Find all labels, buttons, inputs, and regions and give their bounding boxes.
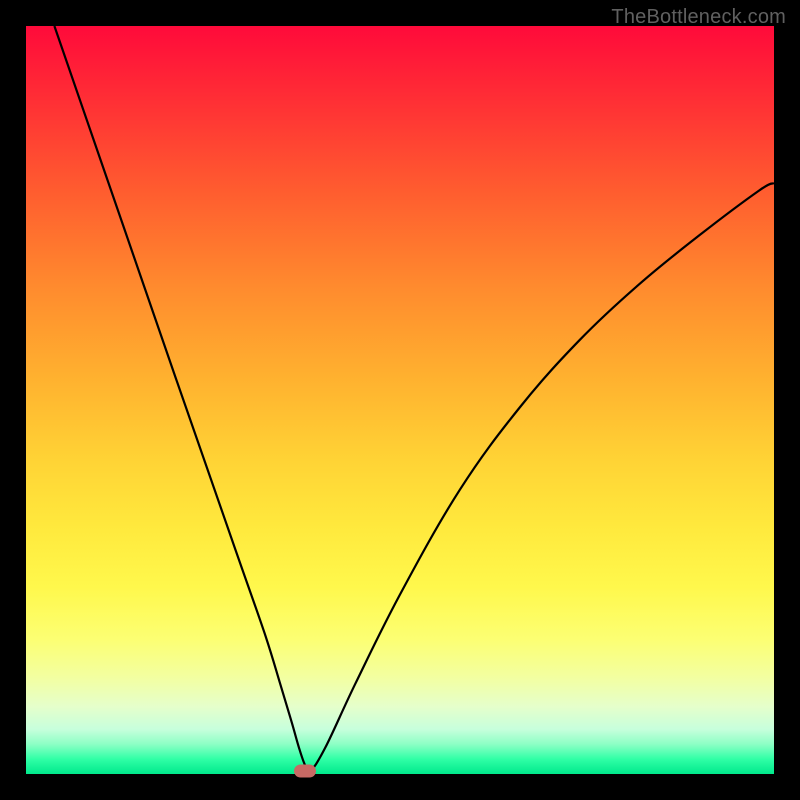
- watermark-text: TheBottleneck.com: [611, 6, 786, 29]
- bottleneck-curve: [26, 26, 774, 774]
- chart-frame: TheBottleneck.com: [0, 0, 800, 800]
- curve-path: [54, 26, 774, 772]
- curve-minimum-marker: [294, 765, 316, 778]
